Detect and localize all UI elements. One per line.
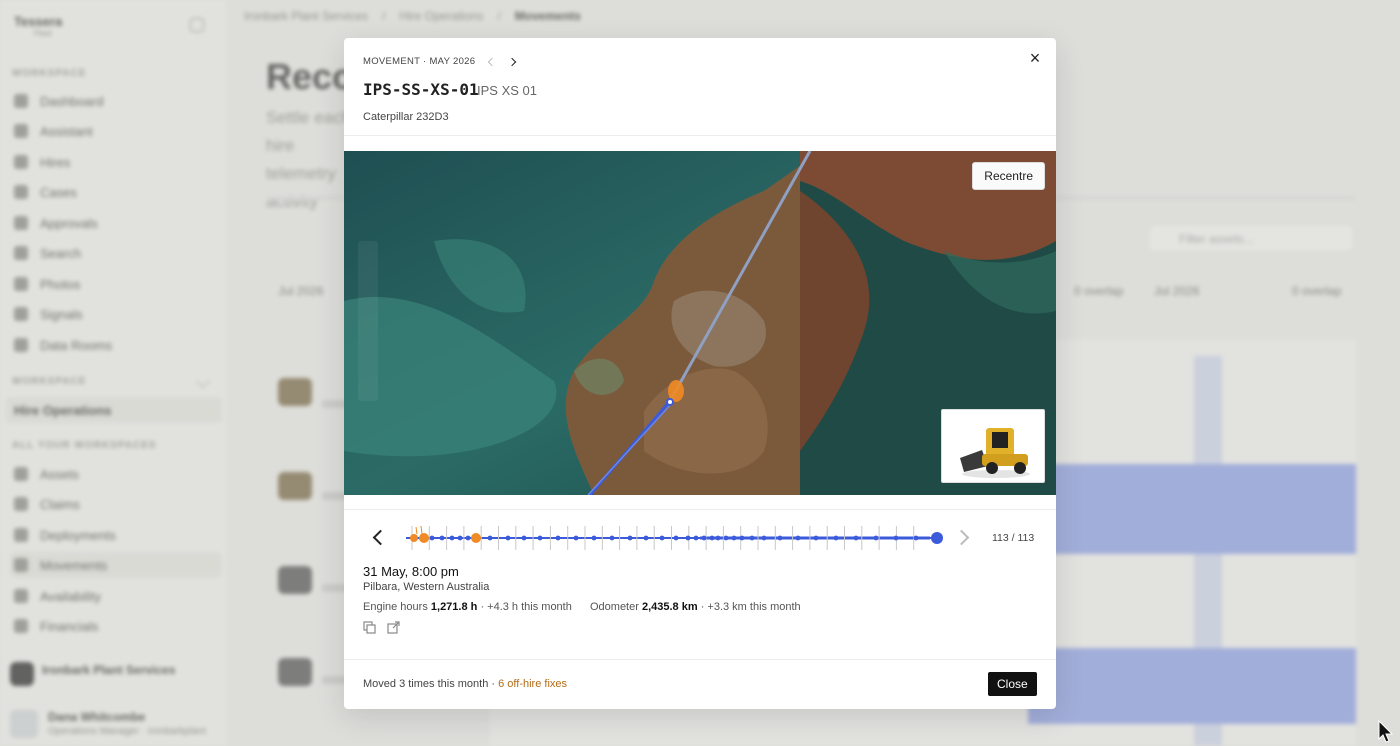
- timeline-event-dot: [731, 535, 737, 541]
- off-hire-fixes-link[interactable]: 6 off-hire fixes: [498, 678, 567, 690]
- timeline-event-dot: [643, 535, 649, 541]
- timeline-event-dot: [853, 535, 859, 541]
- movement-summary: Moved 3 times this month · 6 off-hire fi…: [363, 678, 568, 690]
- current-position-marker[interactable]: [666, 398, 674, 406]
- timeline-event-dot: [449, 535, 455, 541]
- close-button[interactable]: Close: [988, 672, 1037, 696]
- engine-hours-value: 1,271.8 h: [430, 601, 478, 613]
- timeline-event-dot: [777, 535, 783, 541]
- odometer-label: Odometer: [589, 601, 639, 613]
- timeline-event-dot: [537, 535, 543, 541]
- previous-month-icon[interactable]: [488, 57, 497, 66]
- timeline-event-dot: [693, 535, 699, 541]
- timeline-event-dot: [609, 535, 615, 541]
- movement-modal: MOVEMENT · MAY 2026 × IPS-SS-XS-01 IPS X…: [344, 38, 1056, 709]
- engine-hours-delta: · +4.3 h this month: [480, 601, 572, 613]
- asset-name: IPS XS 01: [477, 83, 537, 98]
- timeline-event-dot: [521, 535, 527, 541]
- timeline-event-dot: [439, 535, 445, 541]
- movement-map[interactable]: Recentre: [344, 151, 1056, 495]
- divider: [344, 509, 1056, 510]
- timeline-previous-button[interactable]: [370, 528, 388, 546]
- event-location: Pilbara, Western Australia: [363, 581, 490, 593]
- timeline-event-dot: [761, 535, 767, 541]
- timeline-current-handle: [931, 532, 943, 544]
- timeline-event-dot: [591, 535, 597, 541]
- skid-steer-image: [960, 428, 1030, 478]
- timeline-event-dot: [893, 535, 899, 541]
- divider: [344, 135, 1056, 136]
- timeline-event-dot: [685, 535, 691, 541]
- event-date: 31 May, 8:00 pm: [363, 564, 459, 579]
- close-icon[interactable]: ×: [1027, 49, 1043, 67]
- timeline-event-dot: [429, 535, 435, 541]
- timeline-event-dot: [573, 535, 579, 541]
- asset-model: Caterpillar 232D3: [363, 111, 449, 123]
- external-link-icon[interactable]: [387, 621, 400, 634]
- timeline-event-dot: [723, 535, 729, 541]
- timeline-event-offhire: [410, 534, 418, 542]
- timeline-event-dot: [739, 535, 745, 541]
- map-zoom-control[interactable]: [358, 241, 378, 401]
- timeline-event-dot: [487, 535, 493, 541]
- mouse-cursor-icon: [1378, 720, 1394, 743]
- equipment-thumbnail: [941, 409, 1045, 483]
- timeline-event-offhire: [419, 533, 429, 543]
- timeline-event-dot: [795, 535, 801, 541]
- timeline-event-dot: [833, 535, 839, 541]
- timeline-event-offhire: [471, 533, 481, 543]
- timeline-event-dot: [873, 535, 879, 541]
- movement-timeline[interactable]: [400, 522, 946, 552]
- timeline-event-dot: [505, 535, 511, 541]
- timeline-event-dot: [709, 535, 715, 541]
- timeline-event-dot: [673, 535, 679, 541]
- recentre-button[interactable]: Recentre: [972, 162, 1045, 190]
- engine-hours-label: Engine hours: [363, 601, 428, 613]
- timeline-event-dot: [465, 535, 471, 541]
- timeline-event-dot: [555, 535, 561, 541]
- timeline-event-dot: [659, 535, 665, 541]
- asset-code: IPS-SS-XS-01: [363, 80, 479, 99]
- timeline-event-dot: [701, 535, 707, 541]
- event-stats: Engine hours 1,271.8 h · +4.3 h this mon…: [363, 601, 801, 613]
- timeline-event-dot: [457, 535, 463, 541]
- divider: [344, 659, 1056, 660]
- timeline-event-dot: [913, 535, 919, 541]
- timeline-event-dot: [749, 535, 755, 541]
- timeline-event-dot: [627, 535, 633, 541]
- copy-icon[interactable]: [363, 621, 376, 634]
- next-month-icon[interactable]: [508, 57, 517, 66]
- odometer-delta: · +3.3 km this month: [700, 601, 801, 613]
- timeline-next-button[interactable]: [954, 528, 972, 546]
- timeline-counter: 113 / 113: [992, 532, 1035, 544]
- modal-eyebrow: MOVEMENT · MAY 2026: [363, 56, 517, 67]
- timeline-event-dot: [715, 535, 721, 541]
- odometer-value: 2,435.8 km: [641, 601, 698, 613]
- timeline-event-dot: [813, 535, 819, 541]
